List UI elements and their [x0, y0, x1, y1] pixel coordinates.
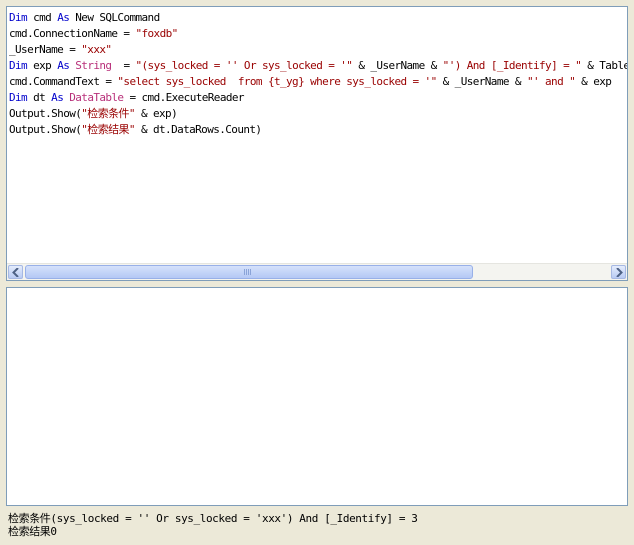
code-token-id: & Tables(: [587, 59, 627, 72]
code-line[interactable]: cmd.ConnectionName = "foxdb": [9, 26, 627, 42]
code-line[interactable]: Output.Show("检索结果" & dt.DataRows.Count): [9, 122, 627, 138]
output-line-result: 检索结果0: [8, 525, 57, 538]
output-pane[interactable]: [6, 287, 628, 506]
scroll-left-button[interactable]: [8, 265, 23, 279]
code-token-id: cmd: [27, 11, 58, 24]
code-token-kw: Dim: [9, 11, 28, 24]
scroll-thumb[interactable]: [25, 265, 473, 279]
code-token-id: & exp): [134, 107, 178, 120]
code-editor[interactable]: Dim cmd As New SQLCommand cmd.ConnectionN…: [6, 6, 628, 281]
code-token-id: & exp: [575, 75, 612, 88]
arrow-left-icon: [12, 268, 19, 277]
code-token-type: String: [75, 59, 112, 72]
output-results: 检索条件(sys_locked = '' Or sys_locked = 'xx…: [8, 512, 628, 542]
code-token-id: New SQLCommand: [69, 11, 160, 24]
code-token-id: =: [111, 59, 136, 72]
code-token-id: Output.Show(: [9, 123, 82, 136]
output-line-condition: 检索条件(sys_locked = '' Or sys_locked = 'xx…: [8, 512, 418, 525]
code-token-str: "') And [_Identify] = ": [442, 59, 582, 72]
code-token-str: "(sys_locked = '' Or sys_locked = '": [135, 59, 353, 72]
code-token-str: "检索条件": [81, 107, 135, 120]
code-token-id: Output.Show(: [9, 107, 82, 120]
code-token-kw: As: [57, 11, 70, 24]
code-line[interactable]: _UserName = "xxx": [9, 42, 627, 58]
code-text-area[interactable]: Dim cmd As New SQLCommand cmd.ConnectionN…: [7, 7, 627, 265]
code-line[interactable]: Dim cmd As New SQLCommand: [9, 10, 627, 26]
code-token-str: "xxx": [81, 43, 112, 56]
horizontal-scrollbar[interactable]: [7, 263, 627, 280]
code-token-id: & _UserName &: [352, 59, 443, 72]
code-token-kw: Dim: [9, 91, 28, 104]
scroll-right-button[interactable]: [611, 265, 626, 279]
code-token-str: "select sys_locked from {t_yg} where sys…: [117, 75, 437, 88]
arrow-right-icon: [616, 268, 623, 277]
code-line[interactable]: cmd.CommandText = "select sys_locked fro…: [9, 74, 627, 90]
code-token-str: "' and ": [526, 75, 576, 88]
script-editor-window: Dim cmd As New SQLCommand cmd.ConnectionN…: [0, 0, 634, 545]
code-token-id: exp: [27, 59, 58, 72]
code-token-str: "检索结果": [81, 123, 135, 136]
code-token-id: = cmd.ExecuteReader: [123, 91, 244, 104]
code-token-id: _UserName =: [9, 43, 82, 56]
code-token-id: & _UserName &: [436, 75, 527, 88]
code-token-kw: As: [51, 91, 64, 104]
code-token-kw: As: [57, 59, 70, 72]
code-token-kw: Dim: [9, 59, 28, 72]
code-token-str: "foxdb": [135, 27, 178, 40]
scroll-grip: [244, 269, 252, 275]
code-token-type: DataTable: [69, 91, 124, 104]
code-token-id: cmd.ConnectionName =: [9, 27, 136, 40]
code-line[interactable]: Dim exp As String = "(sys_locked = '' Or…: [9, 58, 627, 74]
code-line[interactable]: Dim dt As DataTable = cmd.ExecuteReader: [9, 90, 627, 106]
code-token-id: dt: [27, 91, 52, 104]
code-token-id: & dt.DataRows.Count): [134, 123, 262, 136]
code-line[interactable]: Output.Show("检索条件" & exp): [9, 106, 627, 122]
code-token-id: cmd.CommandText =: [9, 75, 118, 88]
